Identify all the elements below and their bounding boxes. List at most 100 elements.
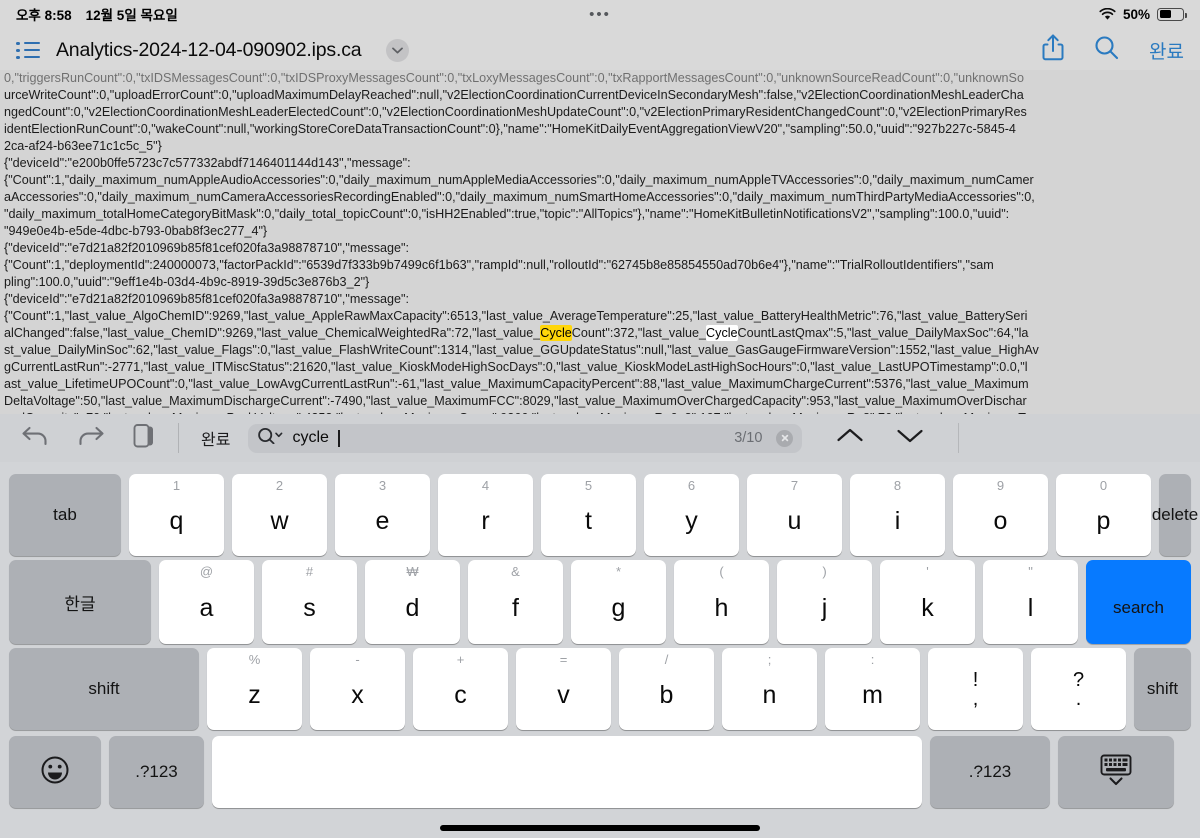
key-w[interactable]: 2w — [232, 474, 327, 556]
key-o-label: o — [993, 506, 1008, 535]
key-c[interactable]: + c — [413, 648, 508, 730]
home-indicator[interactable] — [440, 825, 760, 831]
status-time: 오후 8:58 — [16, 8, 72, 23]
key-n[interactable]: ; n — [722, 648, 817, 730]
find-search-field[interactable]: cycle 3/10 — [248, 423, 803, 453]
key-f[interactable]: & f — [468, 560, 563, 644]
key-s-alt: # — [305, 564, 314, 579]
key-d[interactable]: ₩ d — [365, 560, 460, 644]
key-l[interactable]: " l — [983, 560, 1078, 644]
key-g[interactable]: * g — [571, 560, 666, 644]
undo-arrow-icon[interactable] — [20, 425, 50, 452]
key-dismiss-keyboard[interactable] — [1058, 736, 1174, 808]
chevron-up-icon[interactable] — [836, 427, 864, 449]
text-run: Count":372,"last_value_ — [571, 326, 707, 340]
key-i[interactable]: 8i — [850, 474, 945, 556]
key-p[interactable]: 0p — [1056, 474, 1151, 556]
key-search[interactable]: search — [1086, 560, 1191, 644]
paste-document-icon[interactable] — [132, 423, 156, 454]
find-done-button[interactable]: 완료 — [201, 426, 230, 450]
key-exclaim-comma[interactable]: !, — [928, 648, 1023, 730]
document-text-line: DeltaVoltage":50,"last_value_MaximumDisc… — [4, 393, 1196, 410]
key-s[interactable]: # s — [262, 560, 357, 644]
key-b[interactable]: / b — [619, 648, 714, 730]
key-q[interactable]: 1q — [129, 474, 224, 556]
text-run: 2ca-af24-b63ee71c1c5c_5"} — [4, 139, 162, 153]
key-h-label: h — [714, 593, 729, 622]
search-icon[interactable] — [257, 427, 284, 449]
key-j[interactable]: ) j — [777, 560, 872, 644]
share-icon[interactable] — [1042, 34, 1064, 66]
key-hangul[interactable]: 한글 — [9, 560, 151, 644]
document-text-line: {"deviceId":"e7d21a82f2010969b85f81cef02… — [4, 291, 1196, 308]
key-u[interactable]: 7u — [747, 474, 842, 556]
key-k[interactable]: ' k — [880, 560, 975, 644]
key-i-alt: 8 — [893, 478, 902, 493]
key-shift-left[interactable]: shift — [9, 648, 199, 730]
key-shift-right[interactable]: shift — [1134, 648, 1191, 730]
key-numbers-left-label: .?123 — [135, 762, 178, 781]
key-question-period-upper: ? — [1072, 668, 1085, 691]
key-u-label: u — [787, 506, 802, 535]
key-y-label: y — [685, 506, 698, 535]
chevron-down-icon[interactable] — [386, 38, 410, 62]
key-space[interactable] — [212, 736, 922, 808]
battery-percent-label: 50% — [1122, 6, 1150, 22]
text-run: {"deviceId":"e7d21a82f2010969b85f81cef02… — [4, 241, 409, 255]
key-tab-label: tab — [53, 505, 77, 524]
document-text-line: gCurrentLastRun":-2771,"last_value_ITMis… — [4, 359, 1196, 376]
key-a[interactable]: @ a — [159, 560, 254, 644]
key-h[interactable]: (h — [674, 560, 769, 644]
key-v-label: v — [557, 680, 570, 709]
key-p-label: p — [1096, 506, 1111, 535]
key-v[interactable]: = v — [516, 648, 611, 730]
document-text-line: aAccessories":0,"daily_maximum_numCamera… — [4, 189, 1196, 206]
key-v-alt: = — [559, 652, 568, 667]
search-icon[interactable] — [1094, 35, 1119, 65]
key-o[interactable]: 9o — [953, 474, 1048, 556]
find-navigation-arrows — [836, 427, 924, 449]
key-r[interactable]: 4r — [438, 474, 533, 556]
key-e-alt: 3 — [378, 478, 387, 493]
chevron-down-icon[interactable] — [896, 427, 924, 449]
key-q-alt: 1 — [172, 478, 181, 493]
key-m[interactable]: :m — [825, 648, 920, 730]
text-run: {"Count":1,"last_value_AlgoChemID":9269,… — [4, 309, 1028, 323]
redo-arrow-icon[interactable] — [76, 425, 106, 452]
key-y[interactable]: 6y — [644, 474, 739, 556]
key-q-label: q — [169, 506, 184, 535]
key-f-alt: & — [511, 564, 520, 579]
status-bar-left: 오후 8:58 12월 5일 목요일 — [16, 4, 178, 24]
multitasking-dots-icon[interactable]: ••• — [589, 7, 611, 22]
key-e[interactable]: 3e — [335, 474, 430, 556]
document-text-line: identElectionRunCount":0,"wakeCount":nul… — [4, 121, 1196, 138]
done-button[interactable]: 완료 — [1149, 37, 1184, 64]
key-numbers-left[interactable]: .?123 — [109, 736, 204, 808]
clear-x-icon[interactable] — [776, 429, 794, 447]
key-question-period[interactable]: ?. — [1031, 648, 1126, 730]
search-match: Cycle — [706, 325, 738, 341]
key-numbers-right-label: .?123 — [968, 762, 1012, 781]
key-shift-left-label: shift — [88, 679, 120, 698]
key-emoji[interactable] — [9, 736, 101, 808]
software-keyboard: tab 1 q 2 w 3 e 4 r 5 t 6 y 7 u 8 i 9 o 0 p delete 한글 @ a # s ₩ d & f… — [0, 462, 1200, 838]
status-bar-center: ••• — [0, 0, 1200, 28]
key-w-alt: 2 — [275, 478, 284, 493]
key-x[interactable]: -x — [310, 648, 405, 730]
key-a-alt: @ — [199, 564, 214, 579]
text-run: {"Count":1,"daily_maximum_numAppleAudioA… — [4, 173, 1034, 187]
key-tab[interactable]: tab — [9, 474, 121, 556]
document-text-area[interactable]: 0,"triggersRunCount":0,"txIDSMessagesCou… — [0, 70, 1200, 414]
edit-actions-group — [20, 423, 156, 454]
document-text-line: {"Count":1,"deploymentId":240000073,"fac… — [4, 257, 1196, 274]
keyboard-row-2: 한글 @ a # s ₩ d & f * g(h) j ' k " l search — [0, 560, 1200, 644]
text-run: {"Count":1,"deploymentId":240000073,"fac… — [4, 258, 994, 272]
key-numbers-right[interactable]: .?123 — [930, 736, 1050, 808]
key-t[interactable]: 5t — [541, 474, 636, 556]
key-j-alt: ) — [822, 564, 827, 579]
find-search-input[interactable]: cycle — [292, 429, 328, 447]
list-bullet-icon[interactable] — [16, 41, 40, 59]
text-run: ngedCount":0,"v2ElectionCoordinationMesh… — [4, 105, 1027, 119]
key-z[interactable]: % z — [207, 648, 302, 730]
key-delete[interactable]: delete — [1152, 474, 1198, 556]
